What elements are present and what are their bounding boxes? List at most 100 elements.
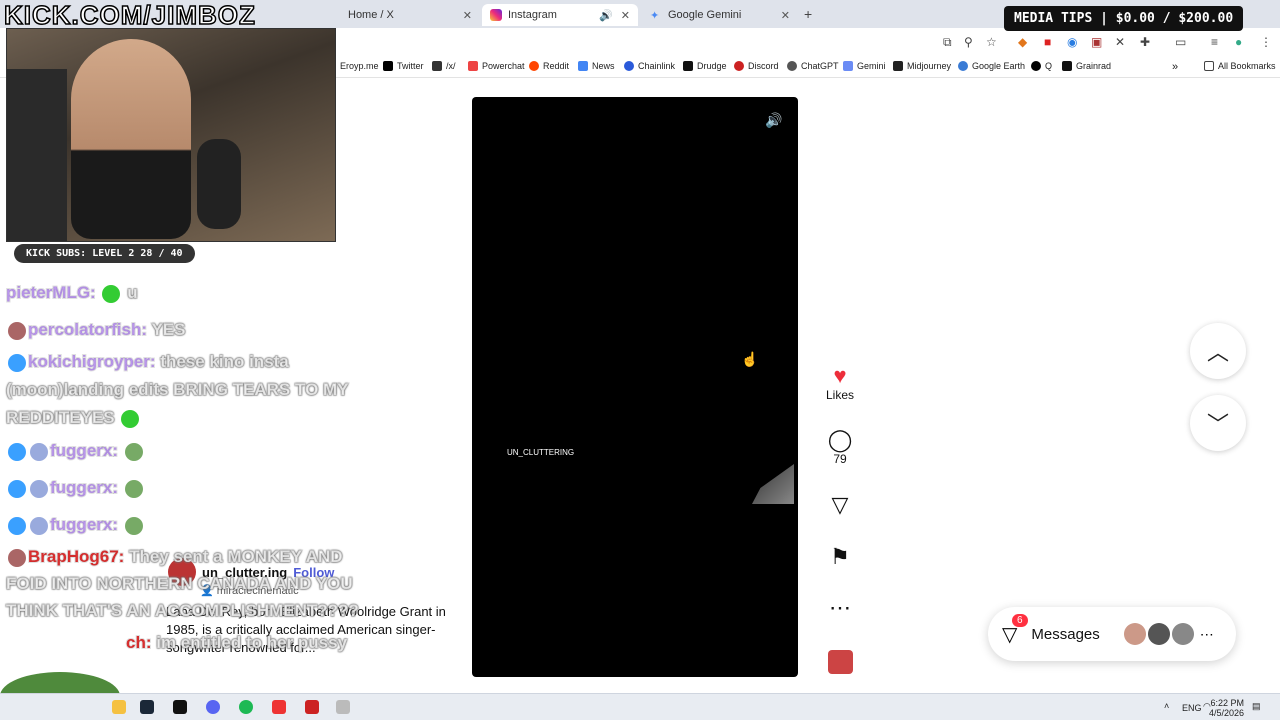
notifications-icon[interactable]: ▤ — [1252, 701, 1261, 712]
bookmark-item[interactable]: Twitter — [383, 61, 424, 71]
language-indicator[interactable]: ENG — [1182, 703, 1202, 713]
screenshot-icon[interactable]: ⧉ — [943, 35, 952, 50]
bookmark-label: /x/ — [446, 61, 456, 71]
folder-icon[interactable] — [112, 700, 126, 714]
badge-icon — [8, 548, 26, 567]
bookmark-item[interactable]: Chainlink — [624, 61, 675, 71]
extension-icon[interactable]: ■ — [1044, 35, 1051, 49]
bookmark-item[interactable]: Discord — [734, 61, 779, 71]
x-logo-icon — [383, 61, 393, 71]
bookmark-label: Chainlink — [638, 61, 676, 71]
badge-icon — [8, 479, 26, 498]
bookmark-item[interactable]: Powerchat — [468, 61, 525, 71]
extension-icon[interactable]: ▣ — [1091, 35, 1102, 49]
stream-chat: pieterMLG: u percolatorfish: YES kokichi… — [5, 274, 366, 661]
clock[interactable]: 6:22 PM 4/5/2026 — [1204, 698, 1244, 718]
emote-icon — [124, 479, 143, 498]
share-button[interactable]: ▽ — [820, 493, 860, 517]
bookmark-label: Eroyp.me — [340, 61, 379, 71]
tab-instagram[interactable]: Instagram 🔊 ✕ — [482, 4, 638, 26]
chair — [7, 69, 67, 241]
app-icon[interactable] — [305, 700, 319, 714]
chat-message: ch: im entitled to her pussy — [6, 624, 366, 661]
chat-username: fuggerx: — [49, 514, 119, 535]
save-button[interactable]: ⚑ — [820, 545, 860, 569]
close-icon[interactable]: ✕ — [781, 9, 790, 22]
bookmark-item[interactable]: /x/ — [432, 61, 456, 71]
tab-home-x[interactable]: Home / X ✕ — [340, 4, 480, 26]
bookmark-item[interactable]: Q — [1031, 61, 1052, 71]
bookmark-item[interactable]: Reddit — [529, 61, 569, 71]
app-icon[interactable] — [272, 700, 286, 714]
badge-icon — [8, 353, 26, 372]
discord-icon — [734, 61, 744, 71]
star-icon[interactable]: ☆ — [986, 35, 997, 49]
cast-icon[interactable]: ▭ — [1175, 35, 1186, 49]
emote-icon — [124, 516, 143, 535]
metamask-icon[interactable]: ◆ — [1018, 35, 1027, 49]
microphone — [197, 139, 241, 229]
google-earth-icon — [958, 61, 968, 71]
extension-icon[interactable]: ◉ — [1067, 35, 1077, 49]
drudge-icon — [683, 61, 693, 71]
bookmark-item[interactable]: Midjourney — [893, 61, 951, 71]
badge-icon — [8, 516, 26, 535]
chat-username: BrapHog67: — [27, 546, 125, 567]
all-bookmarks[interactable]: All Bookmarks — [1204, 61, 1276, 71]
tab-google-gemini[interactable]: ✦ Google Gemini ✕ — [642, 4, 798, 26]
grainrad-icon — [1062, 61, 1072, 71]
chevron-right-icon[interactable]: » — [1172, 61, 1178, 73]
more-vert-icon[interactable]: ⋮ — [1260, 35, 1272, 49]
profile-icon[interactable]: ● — [1235, 35, 1242, 49]
comment-button[interactable]: ◯ 79 — [820, 427, 860, 467]
app-icon[interactable] — [336, 700, 350, 714]
close-icon[interactable]: ✕ — [621, 9, 630, 22]
close-icon[interactable]: ✕ — [463, 9, 472, 22]
bookmark-item[interactable]: News — [578, 61, 615, 71]
chat-text: YES — [150, 319, 186, 340]
news-icon — [578, 61, 588, 71]
more-button[interactable]: ⋯ — [820, 596, 860, 620]
like-button[interactable]: ♥ Likes — [820, 364, 860, 403]
speaker-icon[interactable]: 🔊 — [764, 112, 784, 132]
chevron-down-icon: ﹀ — [1206, 412, 1229, 437]
chat-text: u — [126, 282, 138, 303]
video-caption: UN_CLUTTERING — [507, 448, 575, 457]
bookmark-item[interactable]: Gemini — [843, 61, 886, 71]
bookmark-item[interactable]: Grainrad — [1062, 61, 1111, 71]
chevron-up-icon[interactable]: ˄ — [1164, 701, 1169, 711]
more-horiz-icon[interactable]: ⋯ — [1200, 626, 1214, 643]
next-reel-button[interactable]: ﹀ — [1190, 395, 1246, 451]
discord-icon[interactable] — [206, 700, 220, 714]
bookmark-item[interactable]: Drudge — [683, 61, 727, 71]
audio-thumbnail[interactable] — [828, 650, 853, 674]
chat-username: fuggerx: — [49, 440, 119, 461]
new-tab-button[interactable]: + — [804, 6, 812, 22]
bookmark-item[interactable]: ChatGPT — [787, 61, 839, 71]
messages-button[interactable]: ▽ 6 Messages ⋯ — [988, 607, 1236, 661]
speaker-icon[interactable]: 🔊 — [599, 9, 613, 22]
x-logo-icon[interactable]: ✕ — [1115, 35, 1125, 49]
messages-label: Messages — [1031, 625, 1100, 643]
previous-reel-button[interactable]: ︿ — [1190, 323, 1246, 379]
chevron-up-icon: ︿ — [1206, 340, 1229, 365]
bookmark-item[interactable]: Eroyp.me — [340, 61, 379, 71]
comment-icon: ◯ — [827, 427, 853, 452]
terminal-icon[interactable] — [173, 700, 187, 714]
reel-video[interactable] — [472, 97, 798, 677]
grid-icon — [432, 61, 442, 71]
emote-icon — [124, 442, 143, 461]
extensions-icon[interactable]: ✚ — [1140, 35, 1150, 49]
chat-message: fuggerx: — [6, 506, 366, 543]
menu-lines-icon[interactable]: ≡ — [1211, 35, 1218, 49]
steam-icon[interactable] — [140, 700, 154, 714]
bookmark-label: Gemini — [857, 61, 886, 71]
zoom-icon[interactable]: ⚲ — [964, 35, 973, 49]
chat-username: fuggerx: — [49, 477, 119, 498]
windows-taskbar: ˄ ENG ◠ 6:22 PM 4/5/2026 ▤ — [0, 693, 1280, 720]
bookmark-item[interactable]: Google Earth — [958, 61, 1025, 71]
cursor-hand-icon: ☝ — [741, 351, 759, 367]
bookmark-label: News — [592, 61, 615, 71]
spotify-icon[interactable] — [239, 700, 253, 714]
subs-progress: KICK SUBS: LEVEL 2 28 / 40 — [14, 244, 195, 263]
